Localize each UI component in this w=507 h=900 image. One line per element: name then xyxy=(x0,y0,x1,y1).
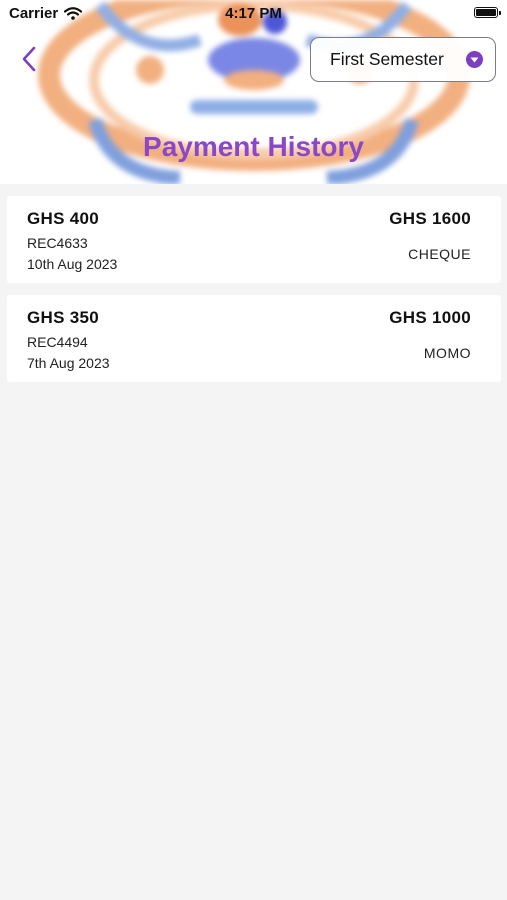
back-button[interactable] xyxy=(12,42,46,76)
payment-total: GHS 1600 xyxy=(389,209,471,228)
payment-method: MOMO xyxy=(423,345,471,361)
payment-card[interactable]: GHS 350 GHS 1000 REC4494 7th Aug 2023 MO… xyxy=(7,295,501,382)
payment-method: CHEQUE xyxy=(408,246,471,262)
status-bar: Carrier 4:17 PM xyxy=(0,0,507,28)
payment-card[interactable]: GHS 400 GHS 1600 REC4633 10th Aug 2023 C… xyxy=(7,196,501,283)
payment-total: GHS 1000 xyxy=(389,308,471,327)
header: Carrier 4:17 PM First Semester Payment H… xyxy=(0,0,507,184)
page-title: Payment History xyxy=(143,131,364,162)
chevron-down-icon xyxy=(466,51,483,68)
battery-level xyxy=(476,9,496,16)
semester-selected-value: First Semester xyxy=(330,49,444,69)
receipt-number: REC4633 xyxy=(27,235,88,251)
battery-icon xyxy=(474,7,501,18)
payment-amount: GHS 350 xyxy=(27,308,100,327)
payment-amount: GHS 400 xyxy=(27,209,100,228)
receipt-number: REC4494 xyxy=(27,334,88,350)
chevron-left-icon xyxy=(22,46,36,72)
payment-date: 7th Aug 2023 xyxy=(27,355,110,371)
semester-dropdown[interactable]: First Semester xyxy=(310,37,496,82)
payment-date: 10th Aug 2023 xyxy=(27,256,118,272)
status-time: 4:17 PM xyxy=(225,5,282,22)
payment-list: GHS 400 GHS 1600 REC4633 10th Aug 2023 C… xyxy=(7,196,501,394)
payment-history-screen: Carrier 4:17 PM First Semester Payment H… xyxy=(0,0,507,900)
